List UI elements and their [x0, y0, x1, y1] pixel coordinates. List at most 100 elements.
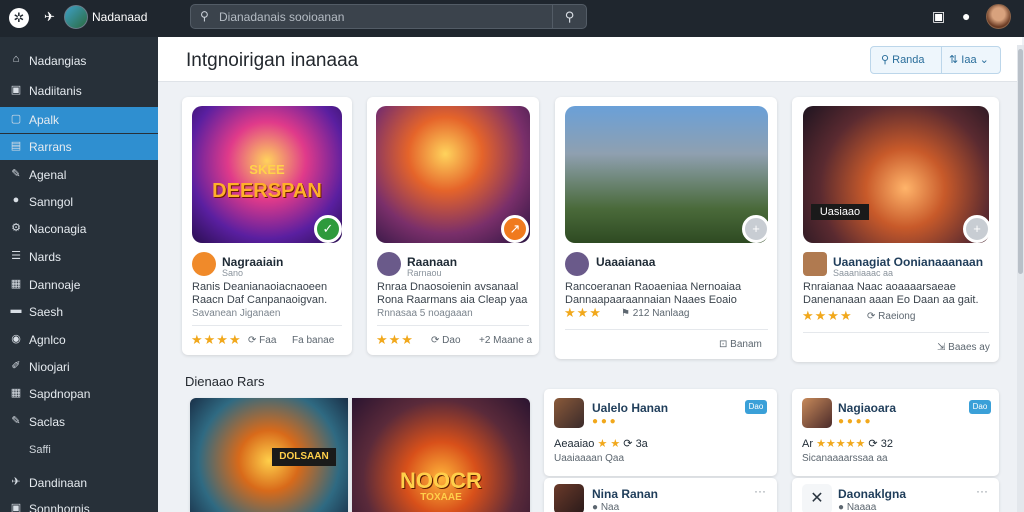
- card-desc-line1: Ranis Deanianaoiacnaoeen: [192, 281, 328, 293]
- section-title: Dienaao Rars: [185, 374, 265, 389]
- card-desc-line2: Raacn Daf Canpanaoigvan.: [192, 294, 328, 306]
- card-title: Uaanagiat Oonianaaanaan: [833, 255, 984, 269]
- list-icon: ☰: [11, 250, 21, 262]
- sidebar-item-agenal[interactable]: ✎ Agenal: [0, 162, 158, 188]
- sidebar-item-sanngol[interactable]: ● Sanngol: [0, 189, 158, 215]
- sidebar-item-sapdnopan[interactable]: ▦ Sapdnopan: [0, 381, 158, 407]
- list-item-rating: Aeaaiao ★ ★ ⟳ 3a: [554, 438, 648, 450]
- edit-icon: ✐: [11, 360, 21, 372]
- list-item-title: Daonaklgna: [838, 487, 907, 501]
- card-meta-text: Dao: [442, 335, 461, 346]
- scrollbar[interactable]: [1017, 45, 1024, 512]
- divider: [565, 329, 768, 330]
- filter-button-label: Randa: [892, 54, 925, 66]
- card-footer: ⇲ Baaes ay: [937, 342, 990, 353]
- pin-icon[interactable]: ✈: [44, 9, 55, 25]
- list-item-rating: Ar ★★★★★ ⟳ 32: [802, 438, 893, 450]
- sidebar-item-label: Rarrans: [29, 140, 72, 154]
- card-desc-line2: Danenanaan aaan Eo Daan aa gait.: [803, 294, 979, 306]
- list-item[interactable]: ✕ Daonaklgna ··· ● Naaaa: [792, 478, 999, 512]
- banner-card[interactable]: DOLSAAN: [190, 398, 348, 512]
- card-desc-line2: Rona Raarmans aia Cleap yaa: [377, 294, 528, 306]
- sort-dropdown[interactable]: ⇅ Iaa ⌄: [943, 47, 1001, 73]
- sidebar-item-naconagia[interactable]: ⚙ Naconagia: [0, 216, 158, 242]
- header-button-group: ⚲ Randa ⇅ Iaa ⌄: [870, 46, 1001, 74]
- developer-avatar: [192, 252, 216, 276]
- featured-card[interactable]: Uasiaao + Uaanagiat Oonianaaanaan Saaani…: [792, 97, 999, 362]
- game-art-image: [565, 106, 768, 243]
- sidebar-item-label: Nioojari: [29, 360, 70, 374]
- featured-card[interactable]: SKEE DEERSPAN ✓ Nagraaiain Sano Ranis De…: [182, 97, 352, 355]
- list-item-rating-count: 32: [880, 438, 893, 450]
- pen-icon: ✎: [11, 168, 21, 180]
- sidebar-item-rarrans[interactable]: ▤ Rarrans: [0, 134, 158, 160]
- sidebar-item-label: Sapdnopan: [29, 387, 91, 401]
- card-meta: ⟳ Faa: [248, 335, 277, 346]
- user-avatar[interactable]: [986, 4, 1011, 29]
- pin-icon: ✈: [11, 476, 21, 488]
- search-input[interactable]: [219, 8, 539, 26]
- sidebar-item-nioojari[interactable]: ✐ Nioojari: [0, 354, 158, 380]
- list-item[interactable]: Ualelo Hanan Dao ● ● ● Aeaaiao ★ ★ ⟳ 3a …: [544, 389, 777, 476]
- globe-icon: ◉: [11, 333, 21, 345]
- card-title: Uaaaianaa: [596, 255, 656, 269]
- card-meta-text: 212 Nanlaag: [632, 308, 690, 319]
- star-rating: ★★★: [564, 305, 602, 320]
- search-button[interactable]: ⚲: [552, 5, 586, 28]
- sidebar-item-label: Nards: [29, 250, 62, 264]
- sidebar-item-label: Nadiitanis: [29, 84, 82, 98]
- bookmark-icon: ▤: [10, 140, 22, 152]
- sidebar-item-dandinaan[interactable]: ✈ Dandinaan: [0, 470, 158, 496]
- card-footer-text: Banam: [730, 339, 762, 350]
- card-meta-text: Raeiong: [878, 311, 916, 322]
- app-title: Nadanaad: [92, 10, 148, 24]
- featured-card[interactable]: + Uaaaianaa Rancoeranan Raoaeniaa Nernoa…: [555, 97, 777, 359]
- card-subtitle: Rarnaou: [407, 268, 442, 278]
- card-footer: +2 Maane a: [479, 335, 533, 346]
- card-footer: Fa banae: [292, 335, 335, 346]
- circle-icon: ●: [12, 194, 20, 206]
- list-item[interactable]: Nagiaoara Dao ● ● ● ● Ar ★★★★★ ⟳ 32 Sica…: [792, 389, 999, 476]
- app-avatar[interactable]: [64, 5, 88, 29]
- add-badge-icon: +: [742, 215, 770, 243]
- sidebar-item-label: Saffi: [29, 444, 51, 456]
- card-meta: ⟳ Raeiong: [867, 311, 916, 322]
- sidebar-item-nadangias[interactable]: ⌂ Nadangias: [0, 48, 158, 74]
- sidebar: ⌂ Nadangias ▣ Nadiitanis ▢ Apalk ▤ Rarrans ✎ Agen…: [0, 37, 158, 512]
- scrollbar-thumb[interactable]: [1018, 49, 1023, 274]
- sidebar-item-saclas[interactable]: ✎ Saclas: [0, 409, 158, 435]
- apps-icon: ▢: [10, 113, 22, 125]
- card-meta: ⟳ Dao: [431, 335, 461, 346]
- app-logo-icon[interactable]: ✲: [9, 8, 29, 28]
- sidebar-item-apalk[interactable]: ▢ Apalk: [0, 107, 158, 133]
- more-options-icon[interactable]: ···: [754, 484, 766, 498]
- developer-avatar: [565, 252, 589, 276]
- sidebar-item-saffi[interactable]: Saffi: [0, 438, 158, 464]
- bookmark-icon[interactable]: ▣: [932, 8, 945, 25]
- notification-icon[interactable]: ●: [962, 8, 970, 24]
- list-item-rating-label: Aeaaiao: [554, 438, 595, 450]
- sidebar-item-label: Agnlco: [29, 333, 66, 347]
- list-item[interactable]: Nina Ranan ··· ● Naa: [544, 478, 777, 512]
- sidebar-item-nadiitanis[interactable]: ▣ Nadiitanis: [0, 78, 158, 104]
- favorite-badge-icon: ↗: [501, 215, 529, 243]
- sidebar-item-agnlco[interactable]: ◉ Agnlco: [0, 327, 158, 353]
- game-art-subtitle: SKEE: [249, 162, 285, 177]
- filter-button[interactable]: ⚲ Randa: [871, 47, 942, 73]
- sidebar-item-label: Agenal: [29, 168, 67, 182]
- verified-check-icon: ✓: [314, 215, 342, 243]
- list-item-badge: Dao: [745, 400, 767, 414]
- list-item-tag-text: Naaaa: [846, 502, 877, 512]
- star-rating: ★★★★: [802, 308, 853, 323]
- sidebar-item-saesh[interactable]: ▬ Saesh: [0, 299, 158, 325]
- card-footer-text: Baaes ay: [948, 342, 990, 353]
- sidebar-item-nards[interactable]: ☰ Nards: [0, 244, 158, 270]
- more-options-icon[interactable]: ···: [976, 484, 988, 498]
- banner-card[interactable]: NOOCR TOXAAE: [352, 398, 530, 512]
- page-title: Intgnoirigan inanaaa: [186, 50, 359, 71]
- sidebar-item-sonnhornis[interactable]: ▣ Sonnhornis: [0, 496, 158, 512]
- list-item-rating-label: Ar: [802, 438, 813, 450]
- sort-icon: ⇅: [949, 54, 959, 66]
- featured-card[interactable]: ↗ Raanaan Rarnaou Rnraa Dnaosoienin avsa…: [367, 97, 539, 355]
- sidebar-item-dannoaje[interactable]: ▦ Dannoaje: [0, 272, 158, 298]
